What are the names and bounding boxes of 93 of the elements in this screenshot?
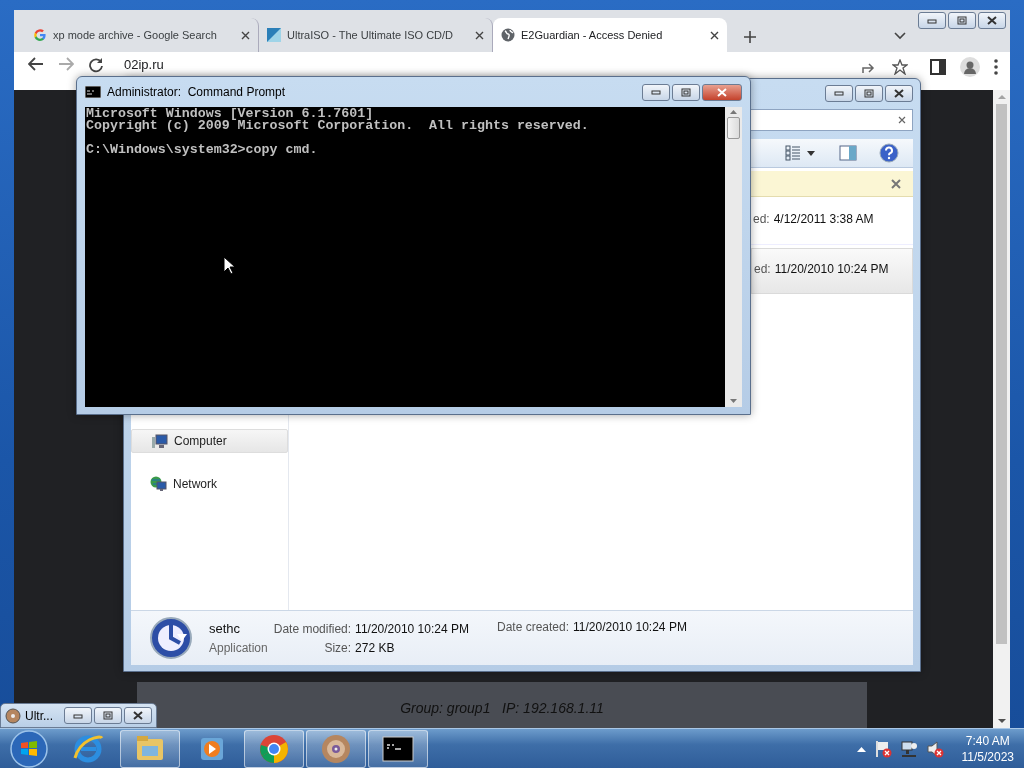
address-field[interactable]: 02ip.ru	[124, 57, 164, 72]
file-name: sethc	[209, 621, 242, 636]
preview-pane-icon[interactable]	[839, 145, 857, 161]
minimize-button[interactable]	[64, 707, 92, 724]
field-label: Date modified:	[273, 621, 352, 636]
start-button[interactable]	[10, 729, 48, 768]
back-icon[interactable]	[28, 57, 44, 71]
window-title: Ultr...	[25, 708, 53, 723]
maximize-button[interactable]	[672, 83, 700, 101]
scrollbar[interactable]	[725, 107, 742, 407]
file-row[interactable]: ed: 11/20/2010 10:24 PM	[751, 248, 913, 294]
minimize-button[interactable]	[642, 83, 670, 101]
close-button[interactable]	[978, 12, 1006, 29]
command-prompt-icon	[382, 736, 414, 761]
scroll-down-icon[interactable]	[730, 399, 737, 404]
profile-icon[interactable]	[960, 57, 980, 77]
nav-item[interactable]: Network	[131, 473, 288, 495]
speaker-muted-icon[interactable]	[925, 739, 944, 758]
scroll-up-icon[interactable]	[730, 110, 737, 115]
show-hidden-icons-icon[interactable]	[856, 745, 866, 752]
chevron-down-icon[interactable]	[894, 32, 906, 40]
maximize-icon	[957, 16, 967, 25]
network-icon	[150, 476, 167, 492]
minimize-button[interactable]	[825, 84, 853, 102]
mouse-pointer-icon	[223, 256, 235, 275]
scroll-up-icon[interactable]	[997, 94, 1006, 100]
side-panel-icon[interactable]	[930, 59, 946, 75]
internet-explorer-icon	[73, 735, 103, 762]
console-line: C:\Windows\system32>copy cmd.	[86, 141, 318, 156]
group-ip-text: Group: group1 IP: 192.168.1.11	[400, 700, 604, 716]
google-icon	[33, 28, 47, 42]
help-icon[interactable]	[879, 143, 899, 163]
disc-icon	[5, 707, 21, 724]
close-icon	[132, 711, 144, 720]
maximize-button[interactable]	[94, 707, 122, 724]
folder-icon	[137, 735, 163, 760]
window-title: Administrator: Command Prompt	[107, 85, 286, 99]
dropdown-icon[interactable]	[807, 150, 815, 156]
close-icon[interactable]	[891, 178, 901, 189]
minimize-button[interactable]	[918, 12, 946, 29]
maximize-button[interactable]	[855, 84, 883, 102]
nav-item[interactable]: Computer	[131, 429, 288, 453]
field-label: Date created:	[496, 620, 569, 634]
search-field[interactable]	[748, 109, 913, 131]
console-line: Microsoft Windows [Version 6.1.7601]	[86, 108, 374, 120]
scroll-thumb[interactable]	[727, 117, 740, 139]
file-type: Application	[209, 641, 268, 655]
close-icon	[716, 87, 728, 97]
maximize-icon	[864, 88, 874, 98]
scrollbar[interactable]	[993, 90, 1010, 728]
command-prompt-icon	[85, 86, 101, 98]
taskbar-button[interactable]	[368, 729, 428, 768]
browser-tab[interactable]: E2Guardian - Access Denied	[493, 18, 727, 52]
minimize-icon	[927, 17, 937, 24]
close-button[interactable]	[885, 84, 913, 102]
minimized-window[interactable]: Ultr...	[0, 703, 157, 728]
star-icon[interactable]	[892, 59, 908, 75]
computer-icon	[151, 433, 168, 449]
close-icon	[986, 16, 998, 25]
application-icon	[149, 616, 193, 660]
forward-icon[interactable]	[58, 57, 74, 71]
maximize-button[interactable]	[948, 12, 976, 29]
maximize-icon	[681, 87, 691, 97]
scroll-down-icon[interactable]	[997, 718, 1006, 724]
disc-icon	[322, 734, 350, 763]
close-button[interactable]	[702, 83, 742, 101]
field-value: 272 KB	[355, 640, 396, 655]
minimize-icon	[73, 712, 83, 719]
media-player-icon	[201, 737, 223, 760]
chrome-icon	[260, 734, 288, 763]
ultraiso-icon	[267, 28, 281, 42]
close-button[interactable]	[124, 707, 152, 724]
flag-icon[interactable]	[873, 739, 892, 758]
reload-icon[interactable]	[88, 57, 104, 73]
menu-icon[interactable]	[994, 59, 998, 75]
close-icon[interactable]	[710, 30, 719, 40]
close-icon[interactable]	[475, 30, 484, 40]
view-list-icon[interactable]	[785, 145, 801, 161]
clock[interactable]: 7:40 AM 11/5/2023	[961, 732, 1014, 765]
field-value: 11/20/2010 10:24 PM	[573, 620, 687, 634]
clear-icon[interactable]	[898, 116, 906, 124]
maximize-icon	[103, 711, 113, 720]
minimize-icon	[834, 90, 844, 96]
close-icon	[893, 88, 905, 98]
close-icon[interactable]	[241, 30, 250, 40]
new-tab-icon[interactable]	[743, 30, 757, 44]
console-line: Copyright (c) 2009 Microsoft Corporation. All rights reserved.	[86, 120, 589, 132]
scroll-thumb[interactable]	[996, 104, 1007, 644]
minimize-icon	[651, 89, 661, 95]
field-value: 11/20/2010 10:24 PM	[355, 621, 469, 636]
network-icon[interactable]	[899, 739, 918, 758]
globe-icon	[501, 28, 515, 42]
field-label: Size:	[323, 640, 352, 655]
